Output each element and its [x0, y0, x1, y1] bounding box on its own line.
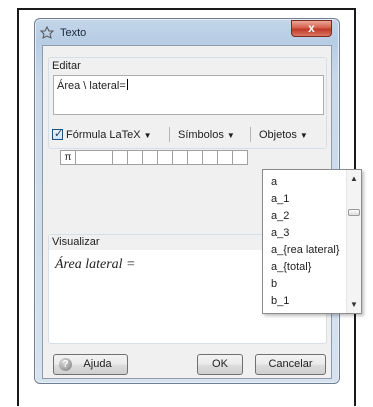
text-tool-icon	[40, 26, 54, 39]
cancel-button[interactable]: Cancelar	[255, 354, 326, 375]
dropdown-scrollbar[interactable]: ▲ ▼	[346, 170, 361, 313]
close-button[interactable]: x	[291, 20, 332, 37]
ok-button[interactable]: OK	[197, 354, 243, 375]
chevron-down-icon: ▼	[226, 131, 235, 140]
chevron-down-icon: ▼	[143, 131, 152, 140]
edit-section-label: Editar	[52, 60, 81, 72]
symbol-palette: π	[23, 150, 303, 167]
help-button-label: Ajuda	[83, 358, 112, 370]
symbol-cell[interactable]	[127, 150, 143, 165]
symbol-cell-pi[interactable]: π	[60, 150, 76, 165]
symbol-cell[interactable]	[112, 150, 128, 165]
latex-label: Fórmula LaTeX	[66, 129, 141, 141]
toolbar-separator	[250, 127, 251, 142]
symbol-cell[interactable]	[187, 150, 203, 165]
scroll-up-icon[interactable]: ▲	[350, 174, 358, 183]
symbol-cell[interactable]	[232, 150, 248, 165]
latex-checkbox[interactable]: ✓	[52, 128, 64, 140]
symbol-cell[interactable]	[157, 150, 173, 165]
preview-text: Área lateral =	[55, 257, 136, 272]
text-edit-value: Área \ lateral=	[57, 80, 126, 92]
symbols-menu[interactable]: Símbolos ▼	[178, 129, 235, 141]
list-item[interactable]: a_{total}	[271, 261, 311, 273]
latex-toggle[interactable]: Fórmula LaTeX ▼	[66, 129, 152, 141]
text-caret	[126, 79, 128, 90]
edit-group: Editar Área \ lateral= ✓ Fórmula LaTeX ▼ …	[48, 57, 327, 149]
symbol-cell[interactable]	[202, 150, 218, 165]
symbol-cell[interactable]	[172, 150, 188, 165]
symbols-label: Símbolos	[178, 129, 224, 141]
list-item[interactable]: a_{rea lateral}	[271, 244, 340, 256]
list-item[interactable]: a_3	[271, 227, 289, 239]
help-button[interactable]: ? Ajuda	[53, 354, 128, 375]
checkmark-icon: ✓	[54, 128, 64, 140]
symbol-cell[interactable]	[142, 150, 158, 165]
list-item[interactable]: a	[271, 176, 277, 188]
chevron-down-icon: ▼	[299, 131, 308, 140]
symbol-cell[interactable]	[217, 150, 233, 165]
scroll-down-icon[interactable]: ▼	[350, 300, 358, 309]
objects-dropdown-list[interactable]: a a_1 a_2 a_3 a_{rea lateral} a_{total} …	[262, 169, 362, 314]
text-edit-field[interactable]: Área \ lateral=	[53, 75, 324, 115]
edit-toolbar: ✓ Fórmula LaTeX ▼ Símbolos ▼ Objetos ▼	[52, 126, 327, 144]
list-item[interactable]: b	[271, 278, 277, 290]
toolbar-separator	[169, 127, 170, 142]
preview-section-label: Visualizar	[52, 236, 100, 248]
help-icon: ?	[59, 358, 72, 371]
objects-label: Objetos	[259, 129, 297, 141]
list-item[interactable]: a_1	[271, 193, 289, 205]
list-item[interactable]: a_2	[271, 210, 289, 222]
symbol-cell[interactable]	[75, 150, 113, 165]
list-item[interactable]: b_1	[271, 295, 289, 307]
title-bar[interactable]: Texto x	[35, 19, 339, 45]
scrollbar-thumb[interactable]	[348, 209, 360, 216]
objects-menu[interactable]: Objetos ▼	[259, 129, 308, 141]
window-title: Texto	[60, 27, 87, 39]
